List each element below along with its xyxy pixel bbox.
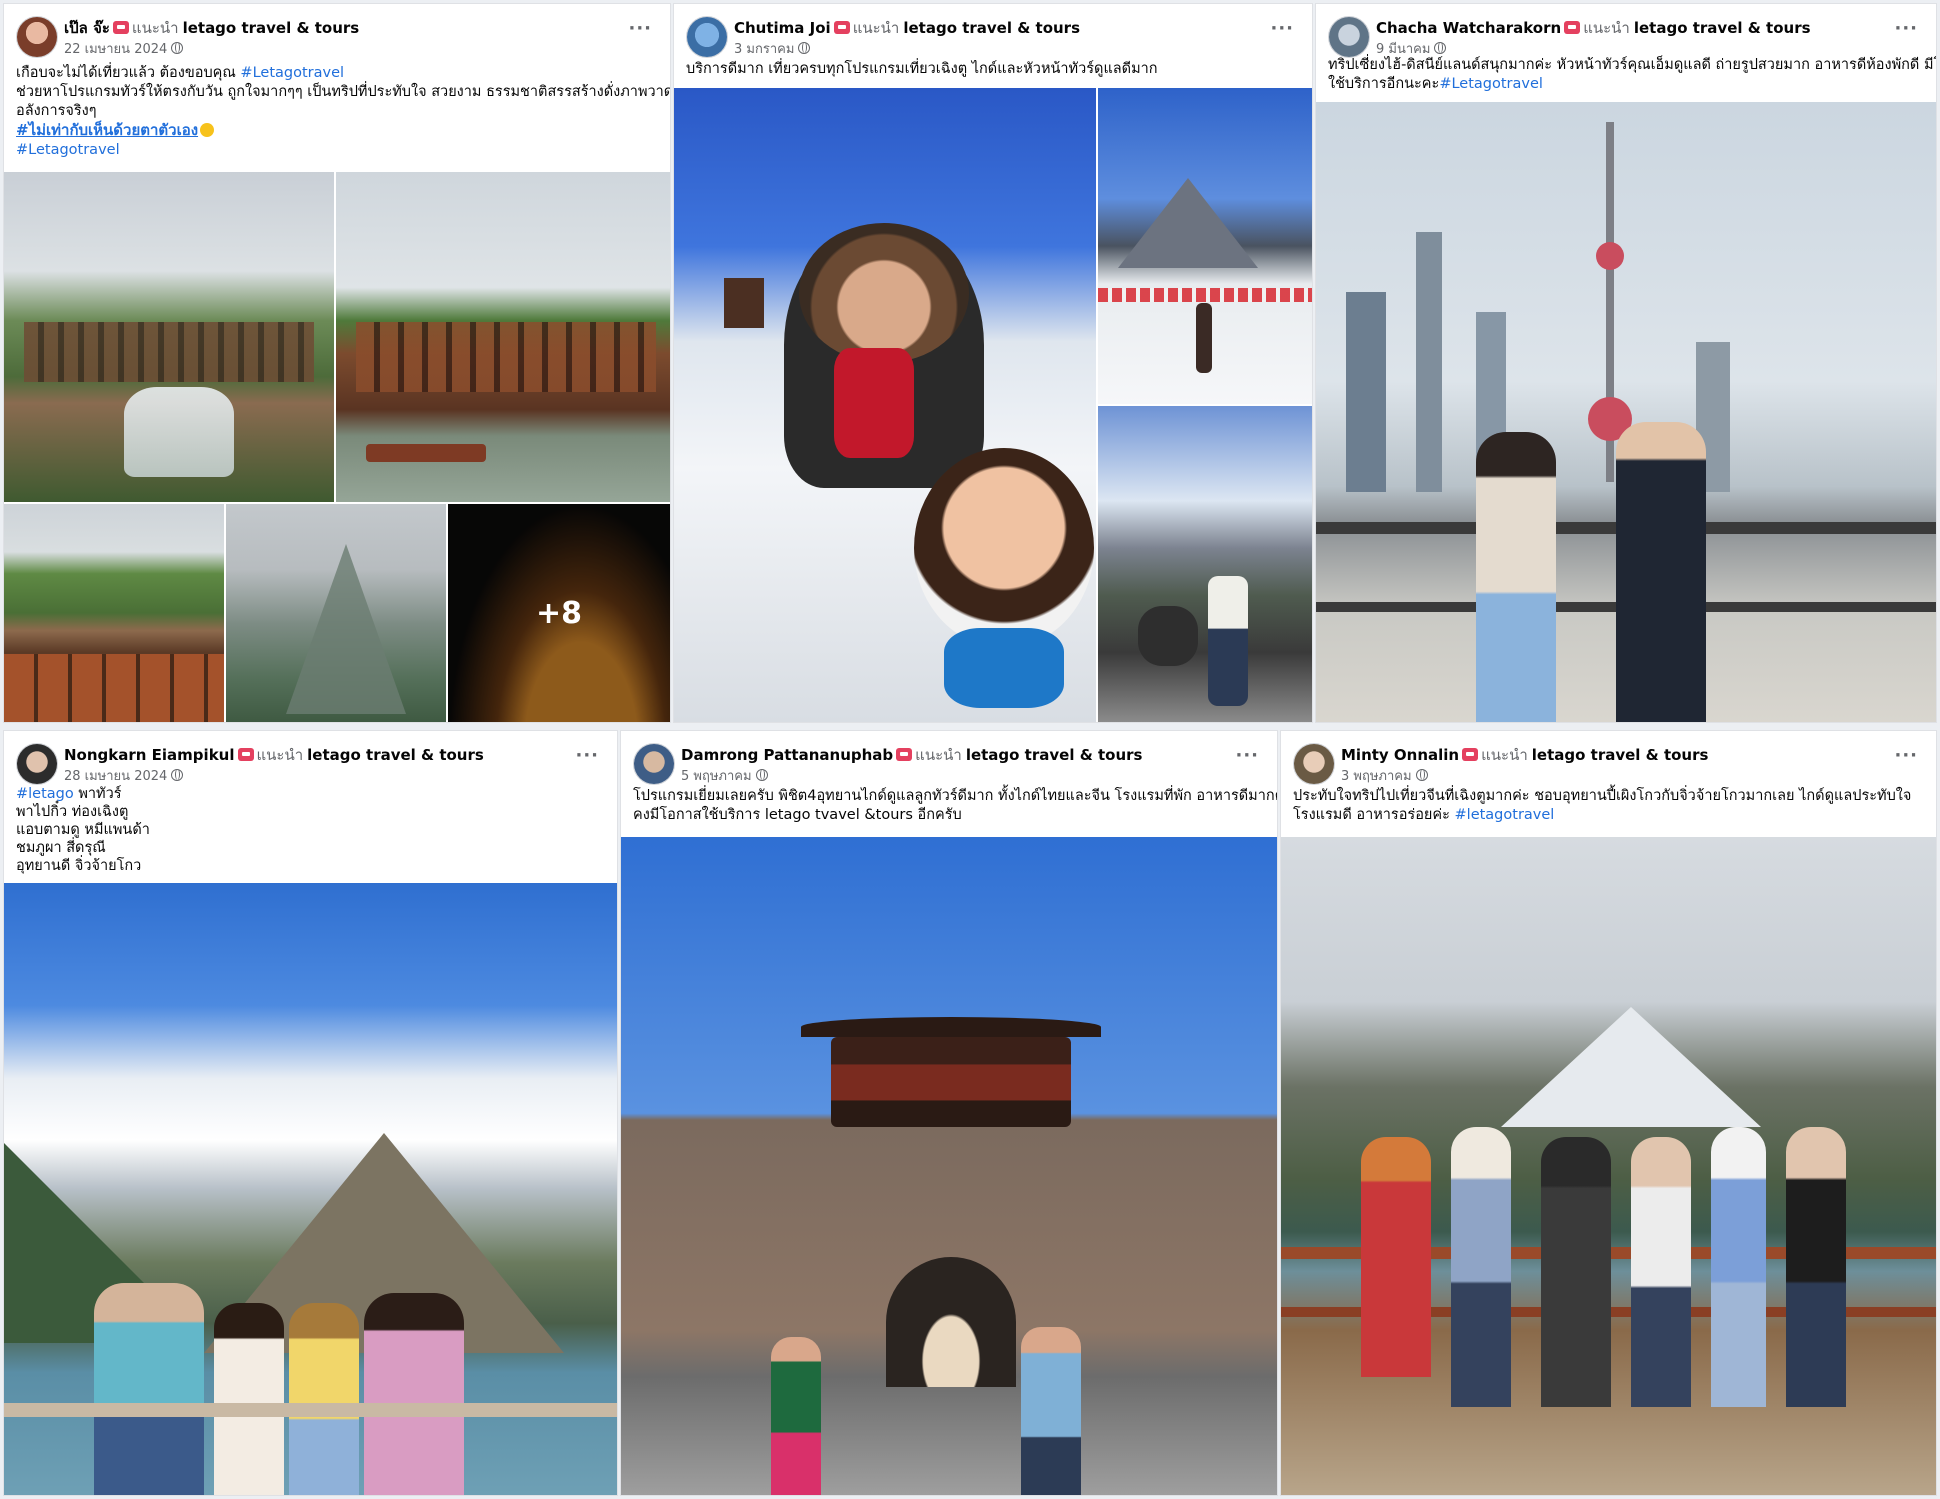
photo-misty-mountains[interactable] (226, 504, 446, 722)
post-card: Chacha Watcharakorn แนะนำ letago travel & … (1316, 4, 1936, 722)
more-options-icon[interactable]: ··· (628, 18, 652, 39)
recommend-icon (1564, 21, 1581, 34)
photo-village-waterfall[interactable] (4, 172, 334, 502)
post-text: ประทับใจทริปไปเที่ยวจีนที่เฉิงตูมากค่ะ ช… (1293, 788, 1912, 823)
globe-icon (171, 42, 184, 54)
post-date[interactable]: 28 เมษายน 2024 (64, 765, 184, 786)
page-name[interactable]: letago travel & tours (307, 746, 484, 764)
photo-shanghai-skyline[interactable] (1316, 102, 1936, 722)
globe-icon (171, 769, 184, 781)
post-header: Damrong Pattananuphab แนะนำ letago travel … (621, 731, 1277, 837)
author-line: Damrong Pattananuphab แนะนำ letago travel … (681, 743, 1233, 767)
page-name[interactable]: letago travel & tours (966, 746, 1143, 764)
recommend-icon (237, 748, 254, 761)
author-name[interactable]: Minty Onnalin (1341, 746, 1459, 764)
author-name[interactable]: เป๊ล จ๊ะ (64, 19, 110, 37)
author-line: Chutima Joi แนะนำ letago travel & tours (734, 16, 1268, 40)
recommends-label: แนะนำ (256, 746, 304, 764)
hashtag[interactable]: #Letagotravel (1439, 76, 1543, 92)
avatar[interactable] (633, 743, 675, 785)
photo-snow-selfie[interactable] (674, 88, 1096, 722)
post-card: Damrong Pattananuphab แนะนำ letago travel … (621, 731, 1277, 1495)
more-options-icon[interactable]: ··· (1894, 745, 1918, 766)
smile-emoji-icon (200, 123, 215, 137)
author-line: Chacha Watcharakorn แนะนำ letago travel & … (1376, 16, 1892, 40)
photo-stilt-houses-river[interactable] (336, 172, 670, 502)
avatar[interactable] (16, 16, 58, 58)
post-header: Chacha Watcharakorn แนะนำ letago travel & … (1316, 4, 1936, 102)
page-name[interactable]: letago travel & tours (903, 19, 1080, 37)
post-date[interactable]: 3 มกราคม (734, 38, 811, 59)
photo-valley-group[interactable] (1281, 837, 1936, 1495)
more-options-icon[interactable]: ··· (1894, 18, 1918, 39)
globe-icon (1434, 42, 1447, 54)
post-header: Minty Onnalin แนะนำ letago travel & tours … (1281, 731, 1936, 837)
recommend-icon (112, 21, 129, 34)
avatar[interactable] (686, 16, 728, 58)
recommends-label: แนะนำ (1481, 746, 1528, 764)
photo-lake-group[interactable] (4, 883, 617, 1495)
more-options-icon[interactable]: ··· (575, 745, 599, 766)
avatar[interactable] (1328, 16, 1370, 58)
photo-lantern-festival[interactable]: +8 (448, 504, 670, 722)
globe-icon (798, 42, 811, 54)
author-name[interactable]: Chacha Watcharakorn (1376, 19, 1561, 37)
post-text: เกือบจะไม่ได้เที่ยวแล้ว ต้องขอบคุณ #Leta… (16, 65, 670, 158)
author-line: Nongkarn Eiampikul แนะนำ letago travel & t… (64, 743, 573, 767)
post-card: Chutima Joi แนะนำ letago travel & tours 3 … (674, 4, 1312, 722)
post-text: บริการดีมาก เที่ยวครบทุกโปรแกรมเที่ยวเฉิ… (686, 61, 1158, 77)
post-date[interactable]: 5 พฤษภาคม (681, 765, 768, 786)
page-name[interactable]: letago travel & tours (183, 19, 360, 37)
more-options-icon[interactable]: ··· (1235, 745, 1259, 766)
recommends-label: แนะนำ (915, 746, 962, 764)
photo-boardwalk-mountain[interactable] (1098, 406, 1312, 722)
recommends-label: แนะนำ (852, 19, 900, 37)
hashtag[interactable]: #ไม่เท่ากับเห็นด้วยตาตัวเอง (16, 121, 198, 139)
post-text: โปรแกรมเยี่ยมเลยครับ พิชิต4อุทยานไกด์ดูแ… (633, 788, 1277, 823)
author-name[interactable]: Chutima Joi (734, 19, 831, 37)
globe-icon (755, 769, 768, 781)
recommend-icon (896, 748, 913, 761)
post-card: Nongkarn Eiampikul แนะนำ letago travel & t… (4, 731, 617, 1495)
hashtag[interactable]: #Letagotravel (16, 142, 120, 158)
post-date[interactable]: 3 พฤษภาคม (1341, 765, 1428, 786)
author-line: Minty Onnalin แนะนำ letago travel & tours (1341, 743, 1892, 767)
recommends-label: แนะนำ (131, 19, 179, 37)
more-options-icon[interactable]: ··· (1270, 18, 1294, 39)
post-card: เป๊ล จ๊ะ แนะนำ letago travel & tours 22 เม… (4, 4, 670, 722)
post-header: เป๊ล จ๊ะ แนะนำ letago travel & tours 22 เม… (4, 4, 670, 172)
avatar[interactable] (1293, 743, 1335, 785)
author-name[interactable]: Damrong Pattananuphab (681, 746, 893, 764)
post-text: ทริปเซี่ยงไฮ้-ดิสนีย์แลนด์สนุกมากค่ะ หัว… (1328, 57, 1936, 92)
photo-ancient-gate[interactable] (621, 837, 1277, 1495)
hashtag[interactable]: #Letagotravel (240, 65, 344, 81)
post-header: Chutima Joi แนะนำ letago travel & tours 3 … (674, 4, 1312, 88)
globe-icon (1415, 769, 1428, 781)
photo-snow-mountain-peaks[interactable] (1098, 88, 1312, 404)
page-name[interactable]: letago travel & tours (1532, 746, 1709, 764)
recommends-label: แนะนำ (1583, 19, 1630, 37)
recommend-icon (833, 21, 850, 34)
post-card: Minty Onnalin แนะนำ letago travel & tours … (1281, 731, 1936, 1495)
post-header: Nongkarn Eiampikul แนะนำ letago travel & t… (4, 731, 617, 883)
author-name[interactable]: Nongkarn Eiampikul (64, 746, 235, 764)
hashtag[interactable]: #letago (16, 786, 74, 802)
post-text: #letago พาทัวร์ พาไปกิ๋ว ท่องเฉิงตู แอบต… (16, 786, 150, 874)
post-date[interactable]: 22 เมษายน 2024 (64, 38, 184, 59)
author-line: เป๊ล จ๊ะ แนะนำ letago travel & tours (64, 16, 626, 40)
hashtag[interactable]: #letagotravel (1455, 807, 1555, 823)
recommend-icon (1462, 748, 1479, 761)
page-name[interactable]: letago travel & tours (1634, 19, 1811, 37)
photo-boats-village[interactable] (4, 504, 224, 722)
more-photos-overlay[interactable]: +8 (448, 504, 670, 722)
avatar[interactable] (16, 743, 58, 785)
